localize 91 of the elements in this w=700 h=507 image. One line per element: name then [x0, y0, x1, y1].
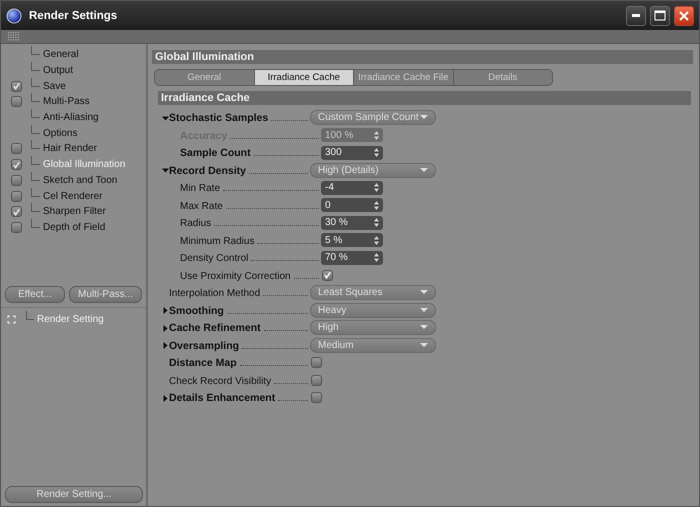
window-title: Render Settings	[29, 10, 118, 22]
expand-arrow-icon[interactable]	[162, 307, 169, 314]
render-setting-button[interactable]: Render Setting...	[5, 486, 143, 503]
sidebar-item[interactable]: Output	[43, 65, 74, 76]
param-label: Smoothing	[169, 304, 224, 317]
check-icon	[12, 160, 20, 170]
panel-header: Global Illumination	[152, 50, 693, 64]
maximize-button[interactable]	[650, 6, 670, 26]
sphere-icon	[6, 8, 22, 24]
sidebar-item[interactable]: Cel Renderer	[43, 190, 102, 202]
checkbox[interactable]	[322, 270, 333, 281]
param-label: Record Density	[169, 164, 246, 177]
spinner-icon[interactable]	[374, 218, 379, 228]
spinner-icon[interactable]	[374, 236, 379, 245]
expand-icon[interactable]	[7, 315, 16, 324]
caret-icon	[420, 308, 428, 313]
maximize-icon	[654, 10, 666, 21]
caret-icon	[420, 342, 428, 348]
checkbox[interactable]	[10, 174, 22, 186]
caret-icon	[420, 325, 428, 330]
param-label: Max Rate	[180, 200, 223, 212]
check-icon	[12, 81, 20, 92]
param-label: Details Enhancement	[169, 392, 276, 404]
number-field[interactable]: 300	[321, 146, 383, 160]
collapse-arrow-icon[interactable]	[162, 114, 169, 122]
spinner-icon[interactable]	[374, 253, 379, 262]
param-label: Radius	[180, 218, 212, 230]
dropdown[interactable]: High	[310, 320, 436, 336]
checkbox[interactable]	[311, 357, 322, 368]
sidebar-item[interactable]: General	[43, 49, 79, 60]
checkbox[interactable]	[10, 96, 22, 108]
sidebar-item[interactable]: Global Illumination	[43, 159, 126, 170]
number-field[interactable]: -4	[321, 180, 383, 195]
expand-arrow-icon[interactable]	[162, 394, 169, 402]
sidebar-item[interactable]: Hair Render	[43, 143, 97, 154]
sidebar-item[interactable]: Sketch and Toon	[43, 174, 118, 186]
sidebar-item[interactable]: Multi-Pass	[43, 96, 90, 108]
param-label: Density Control	[180, 253, 248, 264]
checkbox[interactable]	[10, 222, 22, 233]
dropdown[interactable]: Least Squares	[310, 285, 436, 300]
sidebar-item[interactable]: Options	[43, 128, 78, 139]
caret-icon	[420, 115, 428, 120]
sidebar-item[interactable]: Anti-Aliasing	[43, 112, 99, 124]
dropdown[interactable]: Heavy	[310, 302, 436, 318]
grip-icon[interactable]	[8, 32, 20, 42]
number-field[interactable]: 30 %	[321, 216, 383, 230]
sidebar-button[interactable]: Effect...	[5, 286, 65, 303]
checkbox[interactable]	[10, 159, 22, 170]
sidebar-item[interactable]: Depth of Field	[43, 222, 106, 233]
spinner-icon[interactable]	[374, 200, 379, 210]
param-label: Cache Refinement	[169, 322, 261, 334]
minimize-icon	[632, 14, 640, 17]
sidebar-item[interactable]: Sharpen Filter	[43, 206, 106, 218]
dropdown[interactable]: High (Details)	[310, 162, 436, 178]
param-label: Check Record Visibility	[169, 376, 272, 387]
dropdown[interactable]: Medium	[310, 338, 436, 353]
settings-item[interactable]: Render Setting	[37, 314, 104, 325]
checkbox[interactable]	[10, 80, 22, 92]
check-icon	[12, 206, 20, 217]
check-icon	[323, 270, 332, 280]
close-icon	[678, 10, 690, 22]
checkbox[interactable]	[311, 392, 322, 404]
section-header: Irradiance Cache	[158, 91, 691, 105]
number-field[interactable]: 0	[321, 198, 383, 212]
close-button[interactable]	[674, 6, 694, 26]
number-field[interactable]: 5 %	[321, 233, 383, 248]
param-label: Oversampling	[169, 340, 240, 352]
sidebar-item[interactable]: Save	[43, 80, 66, 92]
checkbox[interactable]	[10, 190, 22, 202]
checkbox[interactable]	[311, 374, 322, 386]
minimize-button[interactable]	[626, 6, 646, 26]
expand-arrow-icon[interactable]	[162, 324, 169, 332]
caret-icon	[420, 290, 428, 296]
param-label: Min Rate	[180, 183, 220, 194]
param-label: Distance Map	[169, 357, 237, 370]
param-label: Use Proximity Correction	[180, 270, 291, 282]
checkbox[interactable]	[10, 143, 22, 154]
checkbox[interactable]	[10, 206, 22, 218]
number-field[interactable]: 70 %	[321, 250, 383, 265]
sidebar-button[interactable]: Multi-Pass...	[69, 286, 142, 303]
spinner-icon[interactable]	[374, 148, 379, 158]
expand-arrow-icon[interactable]	[162, 342, 169, 350]
param-label: Interpolation Method	[169, 288, 260, 300]
dropdown[interactable]: Custom Sample Count	[310, 110, 436, 126]
param-label: Stochastic Samples	[169, 112, 268, 124]
collapse-arrow-icon[interactable]	[162, 167, 169, 174]
caret-icon	[420, 168, 428, 173]
param-label: Minimum Radius	[180, 236, 254, 247]
param-label: Sample Count	[180, 147, 251, 160]
spinner-icon[interactable]	[374, 183, 379, 192]
tab[interactable]: Irradiance Cache	[254, 70, 354, 85]
